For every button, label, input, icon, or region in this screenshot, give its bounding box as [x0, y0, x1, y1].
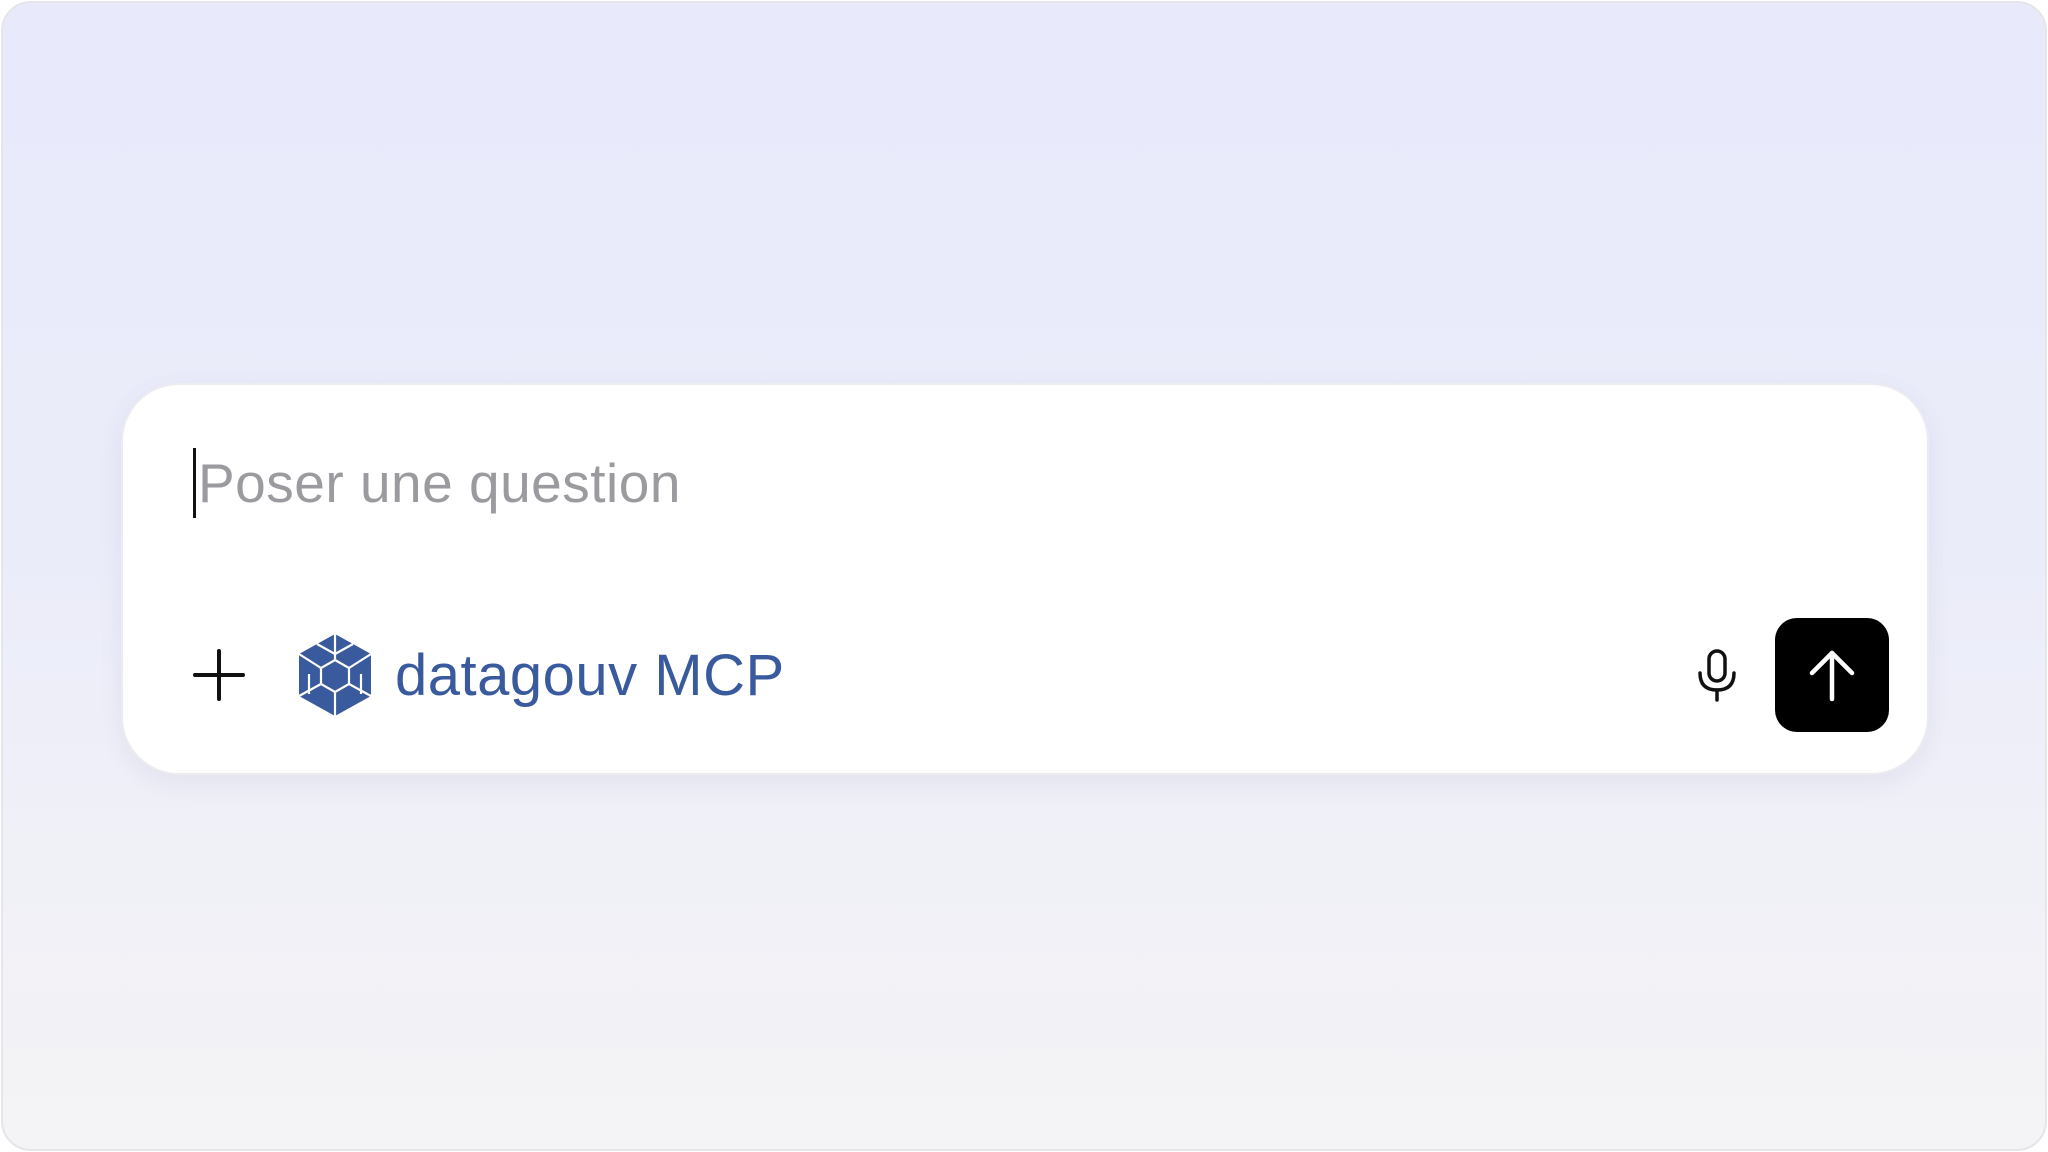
datagouv-mcp-tool[interactable]: datagouv MCP: [295, 627, 785, 723]
question-input-placeholder: Poser une question: [198, 452, 681, 514]
tool-label: datagouv MCP: [395, 642, 785, 708]
send-button[interactable]: [1775, 618, 1889, 732]
plus-icon: [193, 649, 245, 701]
microphone-icon: [1698, 649, 1736, 702]
add-attachment-button[interactable]: [183, 639, 255, 711]
composer-toolbar: datagouv MCP: [123, 617, 1927, 733]
app-window: Poser une question datagouv MCP: [1, 1, 2047, 1151]
arrow-up-icon: [1809, 650, 1855, 702]
voice-input-button[interactable]: [1683, 641, 1751, 709]
text-caret: [193, 448, 196, 518]
datagouv-cube-logo: [298, 634, 372, 716]
chat-composer: Poser une question datagouv MCP: [121, 383, 1929, 775]
question-input[interactable]: Poser une question: [193, 447, 681, 519]
